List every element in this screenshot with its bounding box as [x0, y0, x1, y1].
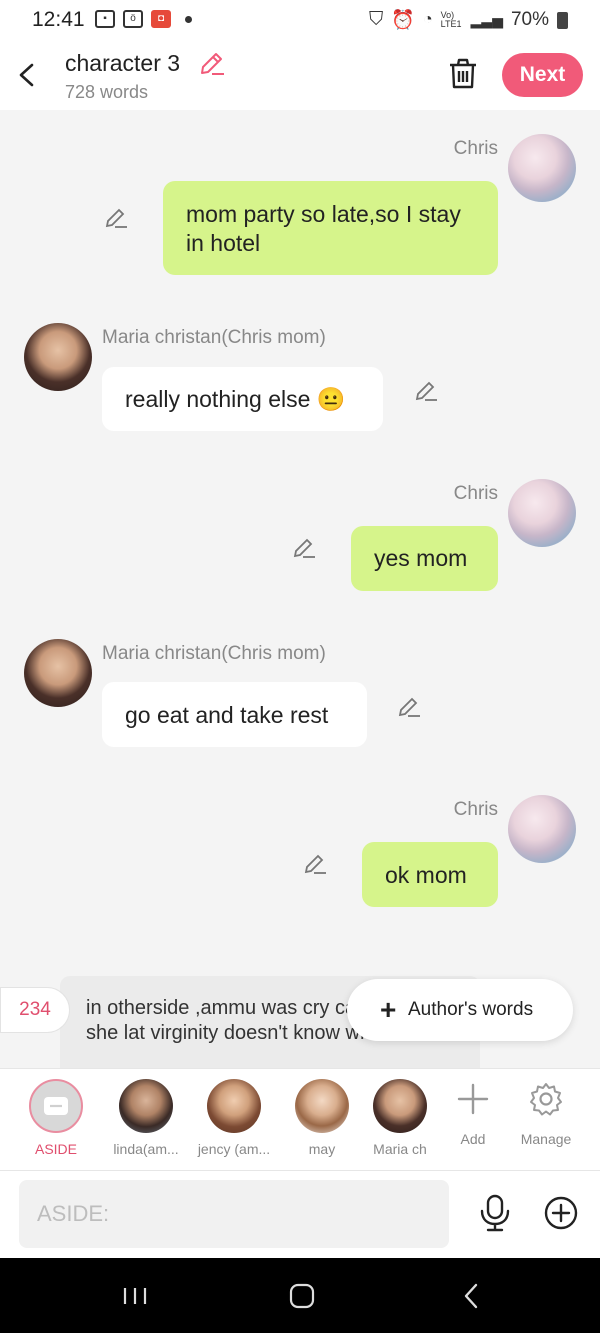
- message-text: really nothing else 😐: [125, 386, 346, 412]
- recent-apps-button[interactable]: [120, 1276, 150, 1316]
- character-count-badge: 234: [0, 987, 70, 1033]
- message-bubble[interactable]: really nothing else 😐: [102, 367, 383, 431]
- add-circle-icon: [544, 1196, 578, 1230]
- chevron-left-icon: [19, 63, 34, 87]
- system-icons: ⛉ ⏰ ◔ Vo) LTE1 ▂▃▅ 70%: [369, 8, 568, 32]
- plus-icon: [457, 1083, 489, 1115]
- chris-avatar[interactable]: [508, 795, 576, 863]
- next-button[interactable]: Next: [502, 53, 583, 97]
- manage-button[interactable]: Manage: [501, 1069, 591, 1169]
- message-text: mom party so late,so I stay in hotel: [186, 201, 461, 256]
- character-may[interactable]: may: [277, 1069, 367, 1169]
- chat-bubble-icon: [44, 1097, 68, 1115]
- home-icon: [289, 1283, 315, 1309]
- character-label: may: [308, 1141, 336, 1157]
- character-label: linda(am...: [113, 1141, 179, 1157]
- edit-message-icon[interactable]: [302, 851, 328, 877]
- back-button[interactable]: [12, 58, 42, 92]
- sender-name: Chris: [453, 799, 498, 820]
- home-button[interactable]: [286, 1276, 318, 1316]
- battery-icon: [557, 11, 568, 29]
- microphone-button[interactable]: [478, 1193, 512, 1233]
- character-jency[interactable]: jency (am...: [189, 1069, 279, 1169]
- microphone-icon: [480, 1194, 510, 1232]
- chris-avatar[interactable]: [508, 479, 576, 547]
- manage-label: Manage: [520, 1131, 572, 1147]
- sender-name: Chris: [453, 483, 498, 504]
- battery-percent: 70%: [510, 9, 549, 30]
- maria-avatar: [373, 1079, 427, 1133]
- header: character 3 728 words Next: [0, 44, 600, 110]
- character-selector: ASIDE linda(am... jency (am... may Maria…: [0, 1068, 600, 1171]
- message-text: ok mom: [385, 862, 467, 888]
- message-bubble[interactable]: yes mom: [351, 526, 498, 591]
- system-nav-bar: [0, 1258, 600, 1333]
- edit-message-icon[interactable]: [103, 205, 129, 231]
- message-text: go eat and take rest: [125, 702, 329, 728]
- add-button[interactable]: [543, 1195, 579, 1231]
- emoji: 😐: [316, 386, 346, 412]
- authors-words-label: Author's words: [408, 999, 534, 1020]
- edit-title-icon[interactable]: [198, 50, 226, 78]
- message-bubble[interactable]: mom party so late,so I stay in hotel: [163, 181, 498, 275]
- data-saver-icon: ⛉: [369, 9, 384, 30]
- message-bubble[interactable]: ok mom: [362, 842, 498, 907]
- page-title: character 3: [65, 50, 181, 76]
- may-avatar: [295, 1079, 349, 1133]
- edit-message-icon[interactable]: [396, 694, 422, 720]
- word-count: 728 words: [65, 82, 149, 102]
- edit-message-icon[interactable]: [291, 535, 317, 561]
- edit-message-icon[interactable]: [413, 378, 439, 404]
- more-notifications-icon: [185, 15, 192, 23]
- plus-icon: +: [380, 994, 397, 1025]
- delete-button[interactable]: [446, 56, 480, 92]
- aside-avatar: [29, 1079, 83, 1133]
- status-bar: 12:41 ▪ ö ◘ ⛉ ⏰ ◔ Vo) LTE1 ▂▃▅ 70%: [0, 0, 600, 44]
- gear-icon: [530, 1083, 562, 1116]
- back-nav-button[interactable]: [458, 1276, 484, 1316]
- recent-apps-icon: [123, 1288, 147, 1304]
- app-notification-icon: ◘: [151, 10, 171, 28]
- trash-icon: [450, 58, 476, 89]
- alarm-icon: ⏰: [391, 10, 415, 31]
- maria-avatar[interactable]: [24, 323, 92, 391]
- character-linda[interactable]: linda(am...: [101, 1069, 191, 1169]
- jency-avatar: [207, 1079, 261, 1133]
- signal-icon: ▂▃▅: [470, 11, 503, 28]
- sender-name: Maria christan(Chris mom): [102, 643, 326, 664]
- linda-avatar: [119, 1079, 173, 1133]
- message-bubble[interactable]: go eat and take rest: [102, 682, 367, 747]
- chris-avatar[interactable]: [508, 134, 576, 202]
- gallery-icon: ▪: [95, 10, 115, 28]
- character-label: jency (am...: [197, 1141, 271, 1157]
- sender-name: Chris: [453, 138, 498, 159]
- sender-name: Maria christan(Chris mom): [102, 327, 326, 348]
- maria-avatar[interactable]: [24, 639, 92, 707]
- authors-words-button[interactable]: + Author's words: [347, 979, 573, 1041]
- app-icon: ö: [123, 10, 143, 28]
- wifi-icon: ◔: [422, 11, 433, 28]
- lte-label: Vo) LTE1: [440, 10, 462, 29]
- character-aside[interactable]: ASIDE: [11, 1069, 101, 1169]
- input-bar: [0, 1170, 600, 1259]
- notification-icons: ▪ ö ◘: [95, 10, 192, 28]
- message-text: yes mom: [374, 545, 468, 571]
- aside-input[interactable]: [19, 1180, 449, 1248]
- character-label: ASIDE: [34, 1141, 77, 1157]
- status-time: 12:41: [32, 8, 85, 31]
- back-icon: [464, 1283, 478, 1309]
